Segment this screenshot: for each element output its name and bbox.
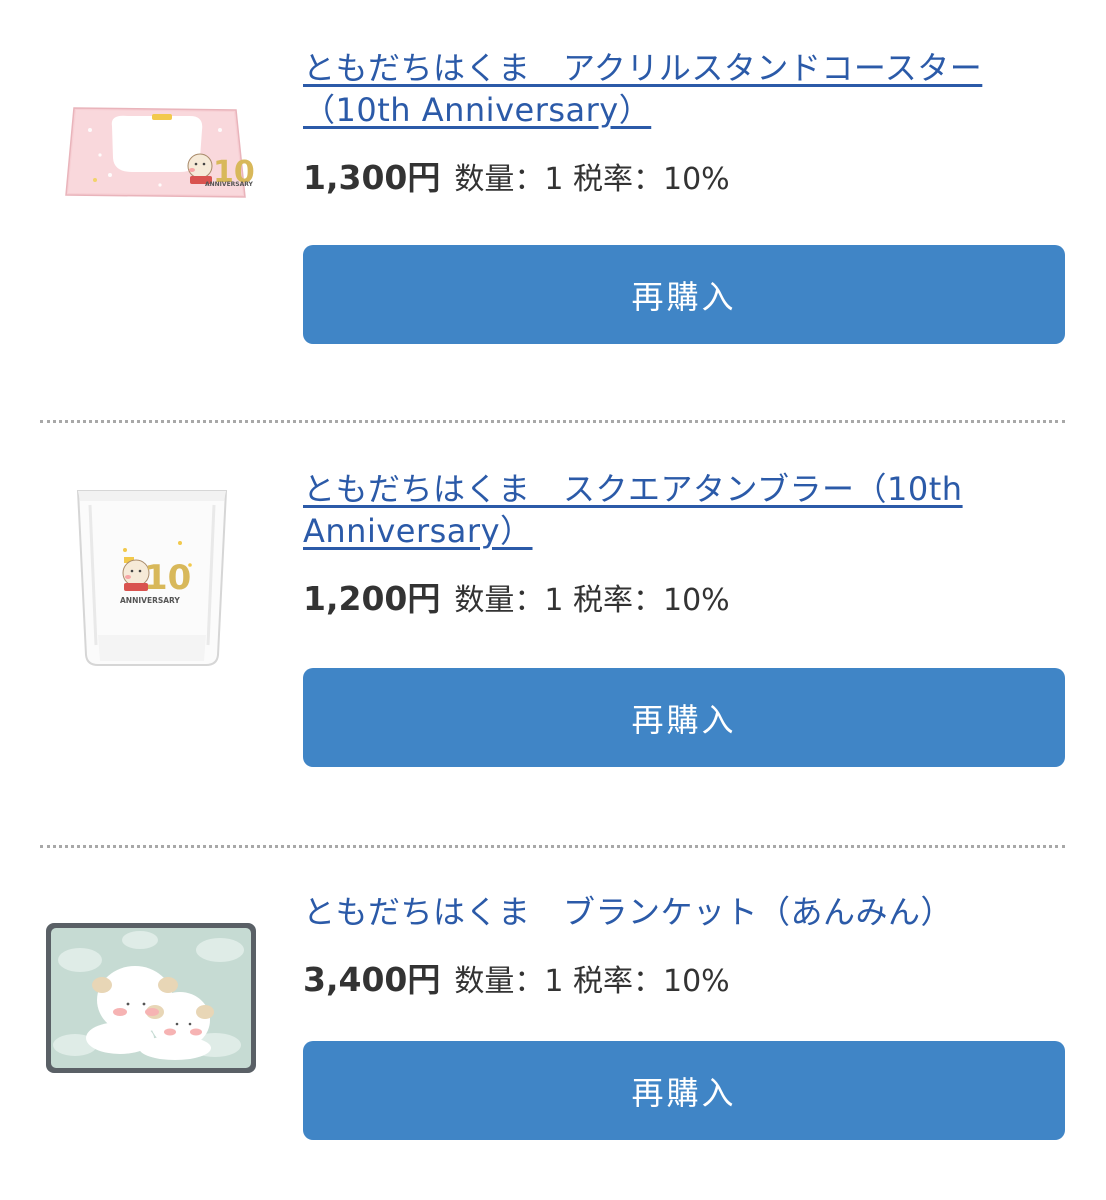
item-info: ともだちはくま アクリルスタンドコースター （10th Anniversary）… [303, 47, 1065, 197]
product-thumbnail-blanket[interactable] [40, 920, 260, 1078]
price-row: 1,300円 数量：1 税率：10% [303, 151, 1065, 197]
thumb-ten-label: 10 [144, 558, 191, 598]
price-row: 1,200円 数量：1 税率：10% [303, 572, 1065, 618]
product-title-line: ともだちはくま スクエアタンブラー（10th [303, 470, 963, 508]
square-tumbler-image: 10 ANNIVERSARY [76, 490, 228, 666]
rebuy-button[interactable]: 再購入 [303, 1041, 1065, 1140]
thumb-anniversary-label: ANNIVERSARY [120, 596, 180, 605]
product-thumbnail-tumbler[interactable]: 10 ANNIVERSARY [40, 485, 260, 670]
item-info: ともだちはくま ブランケット（あんみん） 3,400円 数量：1 税率：10% [303, 891, 1065, 999]
quantity-tax: 数量：1 税率：10% [454, 964, 730, 999]
product-title-link[interactable]: ともだちはくま スクエアタンブラー（10th Anniversary） [303, 468, 1065, 552]
price: 3,400円 [303, 960, 441, 999]
quantity-tax: 数量：1 税率：10% [454, 162, 730, 197]
product-title-line: ともだちはくま アクリルスタンドコースター [303, 49, 983, 87]
product-title-line: ともだちはくま ブランケット（あんみん） [303, 893, 954, 931]
blanket-image [46, 923, 256, 1073]
quantity-tax: 数量：1 税率：10% [454, 583, 730, 618]
rebuy-button[interactable]: 再購入 [303, 245, 1065, 344]
price: 1,200円 [303, 579, 441, 618]
product-title-line: （10th Anniversary） [303, 91, 652, 129]
thumb-anniversary-label: ANNIVERSARY [205, 181, 254, 188]
product-title-link[interactable]: ともだちはくま アクリルスタンドコースター （10th Anniversary） [303, 47, 1065, 131]
rebuy-button[interactable]: 再購入 [303, 668, 1065, 767]
product-thumbnail-coaster[interactable]: 10 ANNIVERSARY [40, 100, 260, 205]
divider [40, 420, 1065, 423]
product-title-link[interactable]: ともだちはくま ブランケット（あんみん） [303, 891, 1065, 933]
price: 1,300円 [303, 158, 441, 197]
price-row: 3,400円 数量：1 税率：10% [303, 953, 1065, 999]
acrylic-coaster-image: 10 ANNIVERSARY [65, 107, 255, 198]
product-title-line: Anniversary） [303, 512, 533, 550]
item-info: ともだちはくま スクエアタンブラー（10th Anniversary） 1,20… [303, 468, 1065, 618]
divider [40, 845, 1065, 848]
